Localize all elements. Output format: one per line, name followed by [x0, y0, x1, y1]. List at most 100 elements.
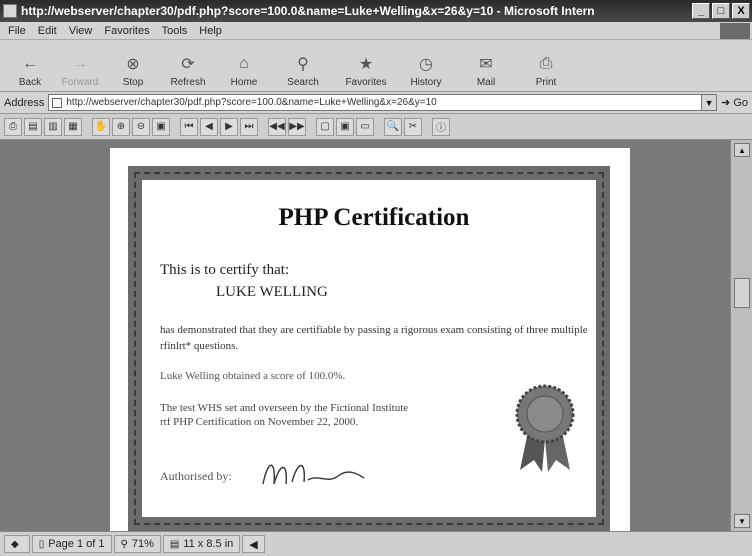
certificate-description: has demonstrated that they are certifiab… — [160, 324, 588, 352]
bookmarks-icon[interactable]: ▥ — [44, 117, 62, 136]
menu-view[interactable]: View — [69, 25, 93, 37]
last-page-icon[interactable]: ⏭ — [240, 117, 258, 136]
address-dropdown-button[interactable]: ▼ — [701, 94, 718, 111]
history-label: History — [410, 76, 442, 88]
page-count[interactable]: ▯ Page 1 of 1 — [31, 535, 112, 553]
first-page-icon[interactable]: ⏮ — [180, 117, 198, 136]
address-input[interactable]: http://webserver/chapter30/pdf.php?score… — [48, 94, 703, 111]
go-forward-icon[interactable]: ▶▶ — [288, 117, 306, 136]
zoom-label: 71% — [131, 538, 154, 550]
authorised-label: Authorised by: — [160, 469, 232, 483]
magnifier-icon: ⚲ — [120, 538, 128, 550]
horizontal-scroll-left-icon[interactable]: ◀ — [242, 535, 265, 553]
vertical-scrollbar[interactable]: ▲ ▼ — [730, 140, 752, 531]
refresh-button[interactable]: ⟳ Refresh — [160, 44, 216, 88]
acrobat-toolbar: ⎙ ▤ ▥ ▦ ✋ ⊕ ⊖ ▣ ⏮ ◀ ▶ ⏭ ◀◀ ▶▶ ▢ ▣ ▭ 🔍 ✂ … — [0, 114, 752, 140]
stop-icon: ⊗ — [126, 55, 140, 73]
menu-edit[interactable]: Edit — [38, 25, 57, 37]
forward-button[interactable]: → Forward — [54, 44, 106, 88]
close-button[interactable]: X — [732, 3, 750, 19]
scroll-thumb[interactable] — [734, 278, 750, 308]
status-bar: ◆ ▯ Page 1 of 1 ⚲ 71% ▤ 11 x 8.5 in ◀ — [0, 531, 752, 556]
page-icon — [52, 97, 63, 108]
windows-logo-icon — [720, 22, 750, 39]
zoom-out-icon[interactable]: ⊖ — [132, 117, 150, 136]
home-label: Home — [230, 76, 258, 88]
address-url: http://webserver/chapter30/pdf.php?score… — [66, 97, 437, 108]
print-button[interactable]: ⎙ Print — [518, 44, 574, 88]
pdf-page: PHP Certification This is to certify tha… — [110, 148, 630, 531]
address-bar: Address http://webserver/chapter30/pdf.p… — [0, 92, 752, 114]
certify-line: This is to certify that: — [160, 262, 290, 278]
address-label: Address — [4, 96, 45, 109]
ie-icon — [3, 4, 17, 18]
find-icon[interactable]: 🔍 — [384, 117, 402, 136]
signature-icon — [262, 464, 365, 485]
refresh-icon: ⟳ — [181, 55, 195, 73]
acrobat-info-icon[interactable]: ⓘ — [432, 117, 450, 136]
forward-label: Forward — [61, 76, 99, 88]
go-label: Go — [733, 97, 748, 109]
mail-button[interactable]: ✉ Mail — [454, 44, 518, 88]
status-dot-icon: ◆ — [11, 538, 19, 550]
menu-help[interactable]: Help — [199, 25, 222, 37]
next-page-icon[interactable]: ▶ — [220, 117, 238, 136]
window-title: http://webserver/chapter30/pdf.php?score… — [21, 4, 595, 18]
score-line: Luke Welling obtained a score of 100.0%. — [160, 370, 346, 382]
seal-icon — [515, 384, 575, 472]
back-arrow-icon: ← — [22, 54, 38, 72]
status-indicator: ◆ — [4, 535, 30, 553]
page-size-icon: ▤ — [169, 538, 180, 550]
certificate-title: PHP Certification — [278, 204, 470, 231]
print-pdf-icon[interactable]: ⎙ — [4, 117, 22, 136]
scroll-up-icon[interactable]: ▲ — [734, 143, 750, 157]
stop-label: Stop — [122, 76, 144, 88]
back-button[interactable]: ← Back — [6, 44, 54, 88]
stop-button[interactable]: ⊗ Stop — [106, 44, 160, 88]
fit-page-icon[interactable]: ▣ — [336, 117, 354, 136]
home-button[interactable]: ⌂ Home — [216, 44, 272, 88]
thumbnails-icon[interactable]: ▦ — [64, 117, 82, 136]
search-button[interactable]: ⚲ Search — [272, 44, 334, 88]
standard-toolbar: ← Back → Forward ⊗ Stop ⟳ Refresh ⌂ Home… — [0, 40, 752, 92]
menu-favorites[interactable]: Favorites — [104, 25, 149, 37]
test-info: The test WHS set and overseen by the Fic… — [160, 402, 409, 428]
favorites-button[interactable]: ★ Favorites — [334, 44, 398, 88]
zoom-level[interactable]: ⚲ 71% — [113, 535, 161, 553]
search-icon: ⚲ — [297, 55, 309, 73]
mail-icon: ✉ — [479, 55, 493, 73]
page-count-label: Page 1 of 1 — [48, 538, 105, 550]
history-icon: ◷ — [419, 55, 433, 73]
page-size[interactable]: ▤ 11 x 8.5 in — [162, 535, 241, 553]
page-icon: ▯ — [38, 538, 45, 550]
back-label: Back — [18, 76, 42, 88]
favorites-label: Favorites — [345, 76, 387, 88]
history-button[interactable]: ◷ History — [398, 44, 454, 88]
save-pdf-icon[interactable]: ▤ — [24, 117, 42, 136]
forward-arrow-icon: → — [72, 54, 88, 72]
certificate-content: PHP Certification This is to certify tha… — [158, 192, 590, 522]
menu-file[interactable]: File — [8, 25, 26, 37]
menu-tools[interactable]: Tools — [162, 25, 188, 37]
refresh-label: Refresh — [170, 76, 206, 88]
fit-width-icon[interactable]: ▭ — [356, 117, 374, 136]
text-select-icon[interactable]: ▣ — [152, 117, 170, 136]
go-button[interactable]: ➜ Go — [721, 96, 748, 109]
go-back-icon[interactable]: ◀◀ — [268, 117, 286, 136]
recipient-name: LUKE WELLING — [216, 284, 328, 300]
maximize-button[interactable]: □ — [712, 3, 730, 19]
pdf-viewport[interactable]: PHP Certification This is to certify tha… — [0, 140, 730, 531]
prev-page-icon[interactable]: ◀ — [200, 117, 218, 136]
scroll-down-icon[interactable]: ▼ — [734, 514, 750, 528]
mail-label: Mail — [476, 76, 496, 88]
window-titlebar: http://webserver/chapter30/pdf.php?score… — [0, 0, 752, 22]
select-graphics-icon[interactable]: ✂ — [404, 117, 422, 136]
minimize-button[interactable]: _ — [692, 3, 710, 19]
zoom-in-icon[interactable]: ⊕ — [112, 117, 130, 136]
favorites-icon: ★ — [358, 55, 374, 73]
page-size-label: 11 x 8.5 in — [183, 538, 234, 550]
print-icon: ⎙ — [539, 54, 553, 72]
menu-bar: File Edit View Favorites Tools Help — [0, 22, 752, 40]
actual-size-icon[interactable]: ▢ — [316, 117, 334, 136]
hand-tool-icon[interactable]: ✋ — [92, 117, 110, 136]
